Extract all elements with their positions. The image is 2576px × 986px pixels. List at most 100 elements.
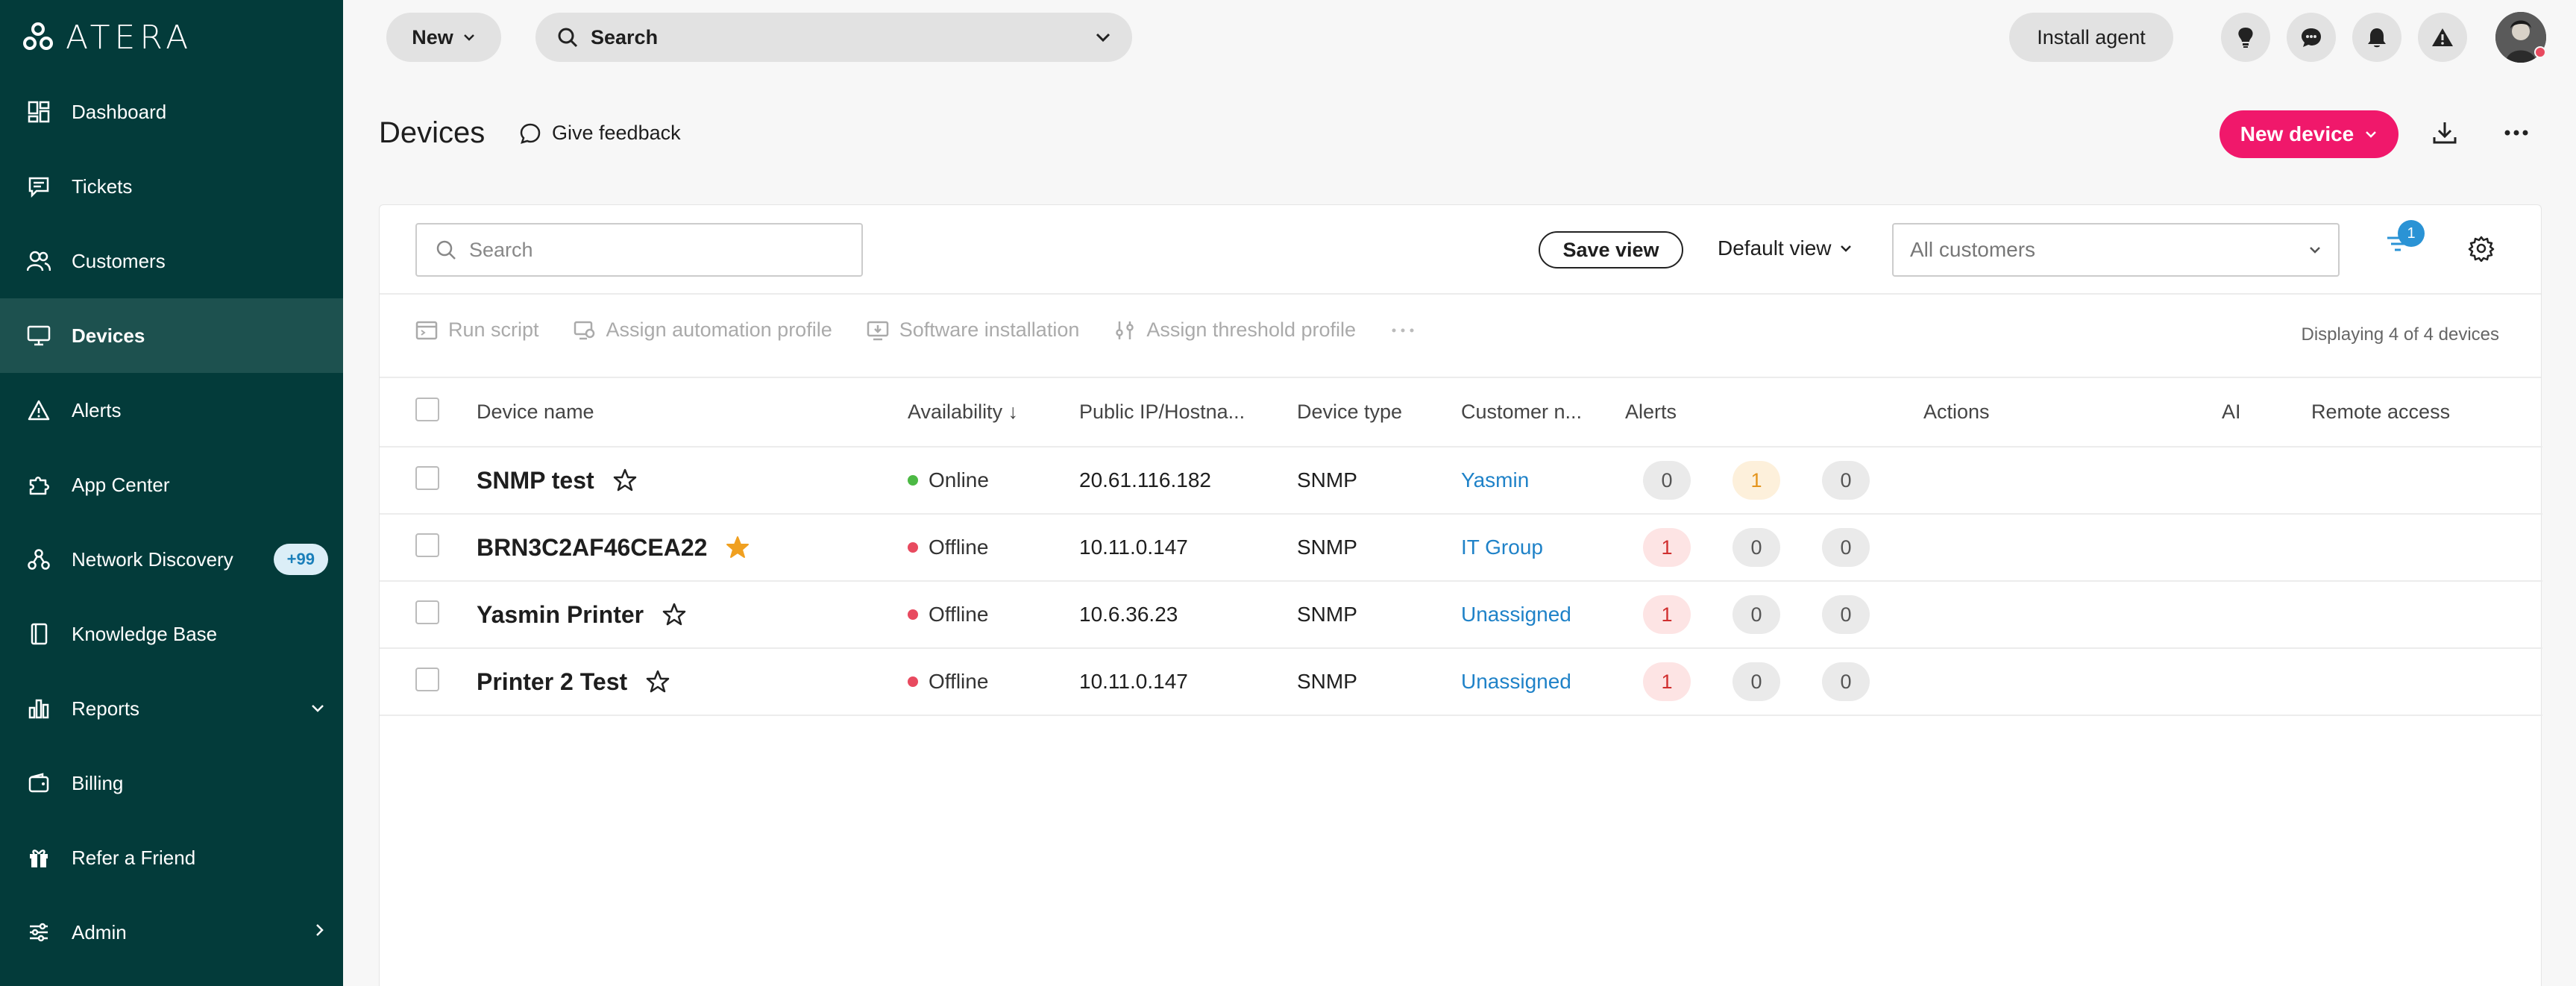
chevron-down-icon <box>2310 247 2320 254</box>
give-feedback-link[interactable]: Give feedback <box>519 122 681 145</box>
save-view-button[interactable]: Save view <box>1539 231 1683 269</box>
warning-alert-count[interactable]: 0 <box>1732 528 1780 567</box>
table-row[interactable]: Printer 2 Test Offline 10.11.0.147 SNMP … <box>380 648 2542 716</box>
device-name-cell: Printer 2 Test <box>477 648 908 716</box>
device-name-link[interactable]: BRN3C2AF46CEA22 <box>477 534 707 562</box>
install-agent-button[interactable]: Install agent <box>2009 13 2173 62</box>
column-header-remote-access: Remote access <box>2311 378 2542 448</box>
remote-access-cell <box>2311 514 2542 582</box>
new-device-button[interactable]: New device <box>2220 110 2398 158</box>
table-row[interactable]: SNMP test Online 20.61.116.182 SNMP Yasm… <box>380 447 2542 515</box>
customer-link[interactable]: Unassigned <box>1461 603 1571 626</box>
sidebar-item-customers[interactable]: Customers <box>0 224 343 298</box>
table-header-row: Device name Availability ↓ Public IP/Hos… <box>380 378 2542 448</box>
customer-link[interactable]: Unassigned <box>1461 670 1571 693</box>
alerts-cell: 0 1 0 <box>1625 447 1923 515</box>
availability-cell: Offline <box>908 581 1079 649</box>
actions-cell <box>1923 648 2222 716</box>
availability-label: Offline <box>929 603 989 626</box>
sidebar-item-label: Dashboard <box>72 100 167 123</box>
sidebar-item-app-center[interactable]: App Center <box>0 448 343 522</box>
sidebar-item-knowledge-base[interactable]: Knowledge Base <box>0 597 343 671</box>
row-checkbox[interactable] <box>415 533 439 557</box>
customer-link[interactable]: IT Group <box>1461 536 1543 559</box>
assign-threshold-action[interactable]: Assign threshold profile <box>1113 318 1356 342</box>
critical-alert-count[interactable]: 1 <box>1643 595 1691 634</box>
sidebar-item-admin[interactable]: Admin <box>0 895 343 970</box>
device-search-input[interactable]: Search <box>415 223 863 277</box>
devices-card: Search Save view Default view All custom… <box>379 204 2542 986</box>
alerts-button[interactable] <box>2418 13 2467 62</box>
warning-alert-count[interactable]: 0 <box>1732 595 1780 634</box>
remote-access-cell <box>2311 447 2542 515</box>
software-installation-action[interactable]: Software installation <box>867 318 1079 342</box>
info-alert-count[interactable]: 0 <box>1822 662 1870 701</box>
sort-down-icon: ↓ <box>1008 401 1019 423</box>
column-header-device-type[interactable]: Device type <box>1297 378 1461 448</box>
column-header-device-name[interactable]: Device name <box>477 378 908 448</box>
speech-bubble-icon <box>520 123 541 144</box>
row-checkbox[interactable] <box>415 465 439 490</box>
assign-automation-action[interactable]: Assign automation profile <box>574 318 832 342</box>
customer-link[interactable]: Yasmin <box>1461 468 1529 492</box>
warning-icon <box>2432 28 2453 46</box>
star-outline-icon[interactable] <box>645 669 670 694</box>
default-view-dropdown[interactable]: Default view <box>1718 236 1853 260</box>
star-outline-icon[interactable] <box>612 468 638 493</box>
row-checkbox[interactable] <box>415 600 439 624</box>
sidebar-item-label: Network Discovery <box>72 547 233 571</box>
star-filled-icon[interactable] <box>725 535 750 560</box>
table-row[interactable]: BRN3C2AF46CEA22 Offline 10.11.0.147 SNMP… <box>380 514 2542 582</box>
table-settings-button[interactable] <box>2468 235 2495 266</box>
warning-alert-count[interactable]: 0 <box>1732 662 1780 701</box>
sidebar-item-tickets[interactable]: Tickets <box>0 149 343 224</box>
warning-alert-count[interactable]: 1 <box>1732 461 1780 500</box>
sidebar-item-billing[interactable]: Billing <box>0 746 343 820</box>
device-name-link[interactable]: Yasmin Printer <box>477 601 644 629</box>
table-row[interactable]: Yasmin Printer Offline 10.6.36.23 SNMP U… <box>380 581 2542 649</box>
atera-logo[interactable]: ATERA <box>22 19 192 57</box>
run-script-action[interactable]: Run script <box>415 318 539 342</box>
global-search[interactable]: Search <box>535 13 1132 62</box>
device-name-link[interactable]: SNMP test <box>477 467 594 494</box>
customer-cell: IT Group <box>1461 514 1625 582</box>
more-options-button[interactable] <box>2503 124 2530 142</box>
customers-icon <box>24 246 54 276</box>
sidebar-item-dashboard[interactable]: Dashboard <box>0 75 343 149</box>
select-all-checkbox[interactable] <box>415 398 439 421</box>
actions-cell <box>1923 514 2222 582</box>
device-name-link[interactable]: Printer 2 Test <box>477 668 627 696</box>
star-outline-icon[interactable] <box>662 602 687 627</box>
column-header-public-ip[interactable]: Public IP/Hostna... <box>1079 378 1297 448</box>
customers-select[interactable]: All customers <box>1892 223 2340 277</box>
sidebar-item-refer-a-friend[interactable]: Refer a Friend <box>0 820 343 895</box>
column-header-customer[interactable]: Customer n... <box>1461 378 1625 448</box>
critical-alert-count[interactable]: 1 <box>1643 528 1691 567</box>
critical-alert-count[interactable]: 0 <box>1643 461 1691 500</box>
info-alert-count[interactable]: 0 <box>1822 461 1870 500</box>
new-button[interactable]: New <box>386 13 501 62</box>
download-button[interactable] <box>2431 119 2458 146</box>
gear-icon <box>2468 236 2495 263</box>
device-name-cell: Yasmin Printer <box>477 581 908 649</box>
info-alert-count[interactable]: 0 <box>1822 528 1870 567</box>
column-header-alerts[interactable]: Alerts <box>1625 378 1923 448</box>
info-alert-count[interactable]: 0 <box>1822 595 1870 634</box>
lightbulb-button[interactable] <box>2221 13 2270 62</box>
row-checkbox[interactable] <box>415 667 439 691</box>
sidebar-item-devices[interactable]: Devices <box>0 298 343 373</box>
critical-alert-count[interactable]: 1 <box>1643 662 1691 701</box>
device-type-cell: SNMP <box>1297 581 1461 649</box>
ticket-icon <box>24 172 54 201</box>
remote-access-cell <box>2311 581 2542 649</box>
sidebar-item-reports[interactable]: Reports <box>0 671 343 746</box>
sidebar-item-alerts[interactable]: Alerts <box>0 373 343 448</box>
chevron-down-icon <box>2366 131 2377 138</box>
chat-button[interactable] <box>2287 13 2336 62</box>
actions-cell <box>1923 447 2222 515</box>
notifications-button[interactable] <box>2352 13 2401 62</box>
sidebar-item-network-discovery[interactable]: Network Discovery +99 <box>0 522 343 597</box>
column-header-availability[interactable]: Availability ↓ <box>908 378 1079 448</box>
more-actions-button[interactable] <box>1390 327 1416 334</box>
sidebar-item-label: Reports <box>72 697 140 720</box>
